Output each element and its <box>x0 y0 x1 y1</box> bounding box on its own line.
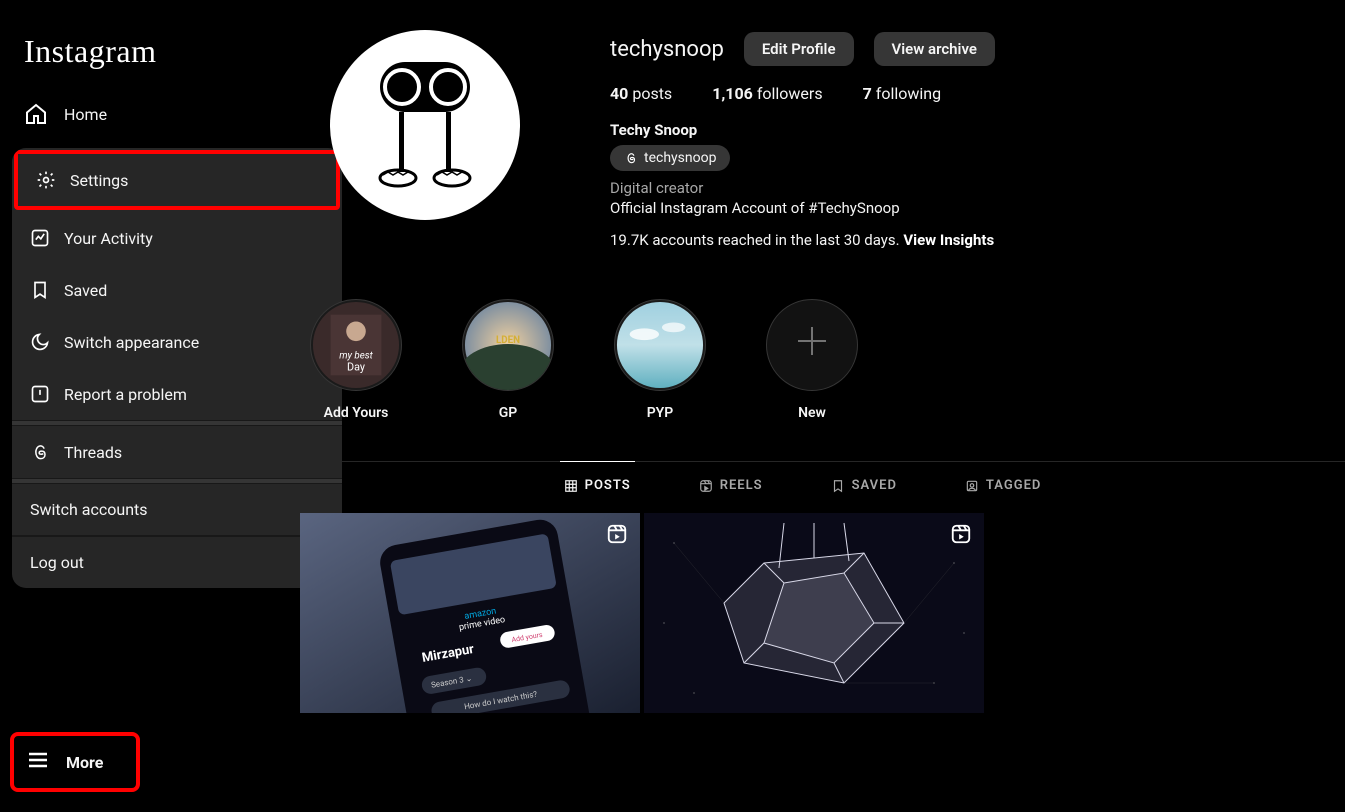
report-icon <box>30 384 50 404</box>
highlight-label: Add Yours <box>324 405 389 421</box>
highlight-cover: LDEN <box>462 299 554 391</box>
menu-switch-label: Switch accounts <box>30 500 148 519</box>
more-label: More <box>66 753 103 772</box>
moon-icon <box>30 332 50 352</box>
menu-logout-label: Log out <box>30 553 84 572</box>
reel-badge-icon <box>606 523 628 549</box>
nav-home-label: Home <box>64 105 107 124</box>
profile-bio: Official Instagram Account of #TechySnoo… <box>610 199 1345 217</box>
edit-profile-button[interactable]: Edit Profile <box>744 32 854 66</box>
posts-stat[interactable]: 40 posts <box>610 84 672 103</box>
instagram-logo[interactable]: Instagram <box>12 8 233 86</box>
tab-reels[interactable]: REELS <box>695 461 767 509</box>
profile-header: techysnoop Edit Profile View archive 40 … <box>260 30 1345 249</box>
following-stat[interactable]: 7 following <box>863 84 941 103</box>
tab-tagged[interactable]: TAGGED <box>961 461 1045 509</box>
view-archive-button[interactable]: View archive <box>874 32 995 66</box>
tab-saved-label: SAVED <box>852 478 897 493</box>
highlight-gp[interactable]: LDEN GP <box>462 299 554 421</box>
tab-posts[interactable]: POSTS <box>560 461 635 509</box>
profile-avatar[interactable] <box>330 30 520 220</box>
profile-info: techysnoop Edit Profile View archive 40 … <box>610 30 1345 249</box>
post-thumbnail <box>644 513 984 713</box>
threads-icon <box>624 151 638 165</box>
grid-icon <box>564 479 578 493</box>
menu-settings-label: Settings <box>70 171 128 190</box>
menu-appearance-label: Switch appearance <box>64 333 199 352</box>
posts-grid: amazon prime video Mirzapur Add yours Se… <box>260 509 1345 713</box>
tab-reels-label: REELS <box>720 478 763 493</box>
plus-icon <box>790 319 834 372</box>
home-icon <box>24 102 48 126</box>
highlight-new[interactable]: New <box>766 299 858 421</box>
threads-badge[interactable]: techysnoop <box>610 145 730 171</box>
tab-posts-label: POSTS <box>585 478 631 493</box>
hamburger-icon <box>26 748 50 776</box>
highlight-label: GP <box>499 405 518 421</box>
reel-badge-icon <box>950 523 972 549</box>
profile-page: techysnoop Edit Profile View archive 40 … <box>260 0 1345 812</box>
highlight-label: PYP <box>647 405 674 421</box>
menu-activity-label: Your Activity <box>64 229 153 248</box>
view-insights-link[interactable]: View Insights <box>903 231 994 249</box>
highlight-label: New <box>798 405 826 421</box>
gear-icon <box>36 170 56 190</box>
bookmark-icon <box>831 479 845 493</box>
menu-report-label: Report a problem <box>64 385 187 404</box>
threads-icon <box>30 442 50 462</box>
highlight-cover <box>614 299 706 391</box>
tab-saved[interactable]: SAVED <box>827 461 901 509</box>
story-highlights: my bestDay Add Yours LDEN GP PYP New <box>260 249 1345 451</box>
nav-home[interactable]: Home <box>12 90 233 138</box>
svg-text:Day: Day <box>347 360 365 373</box>
menu-saved-label: Saved <box>64 281 107 300</box>
profile-actions-row: techysnoop Edit Profile View archive <box>610 32 1345 66</box>
activity-icon <box>30 228 50 248</box>
menu-threads-label: Threads <box>64 443 122 462</box>
highlight-new-circle <box>766 299 858 391</box>
post-item[interactable] <box>644 513 984 713</box>
post-thumbnail: amazon prime video Mirzapur Add yours Se… <box>300 513 640 713</box>
profile-username: techysnoop <box>610 37 724 62</box>
profile-category: Digital creator <box>610 179 1345 197</box>
svg-text:LDEN: LDEN <box>496 335 520 346</box>
followers-stat[interactable]: 1,106 followers <box>712 84 822 103</box>
profile-display-name: Techy Snoop <box>610 121 1345 139</box>
highlight-cover: my bestDay <box>310 299 402 391</box>
tagged-icon <box>965 479 979 493</box>
post-item[interactable]: amazon prime video Mirzapur Add yours Se… <box>300 513 640 713</box>
highlight-pyp[interactable]: PYP <box>614 299 706 421</box>
profile-tabs: POSTS REELS SAVED TAGGED <box>260 461 1345 509</box>
avatar-image <box>350 50 500 200</box>
highlight-add-yours[interactable]: my bestDay Add Yours <box>310 299 402 421</box>
more-button[interactable]: More <box>10 732 140 792</box>
reels-icon <box>699 479 713 493</box>
bookmark-icon <box>30 280 50 300</box>
profile-bio-block: Techy Snoop techysnoop Digital creator O… <box>610 121 1345 249</box>
threads-handle: techysnoop <box>644 150 716 166</box>
profile-insights: 19.7K accounts reached in the last 30 da… <box>610 231 1345 249</box>
tab-tagged-label: TAGGED <box>986 478 1041 493</box>
profile-stats: 40 posts 1,106 followers 7 following <box>610 84 1345 103</box>
